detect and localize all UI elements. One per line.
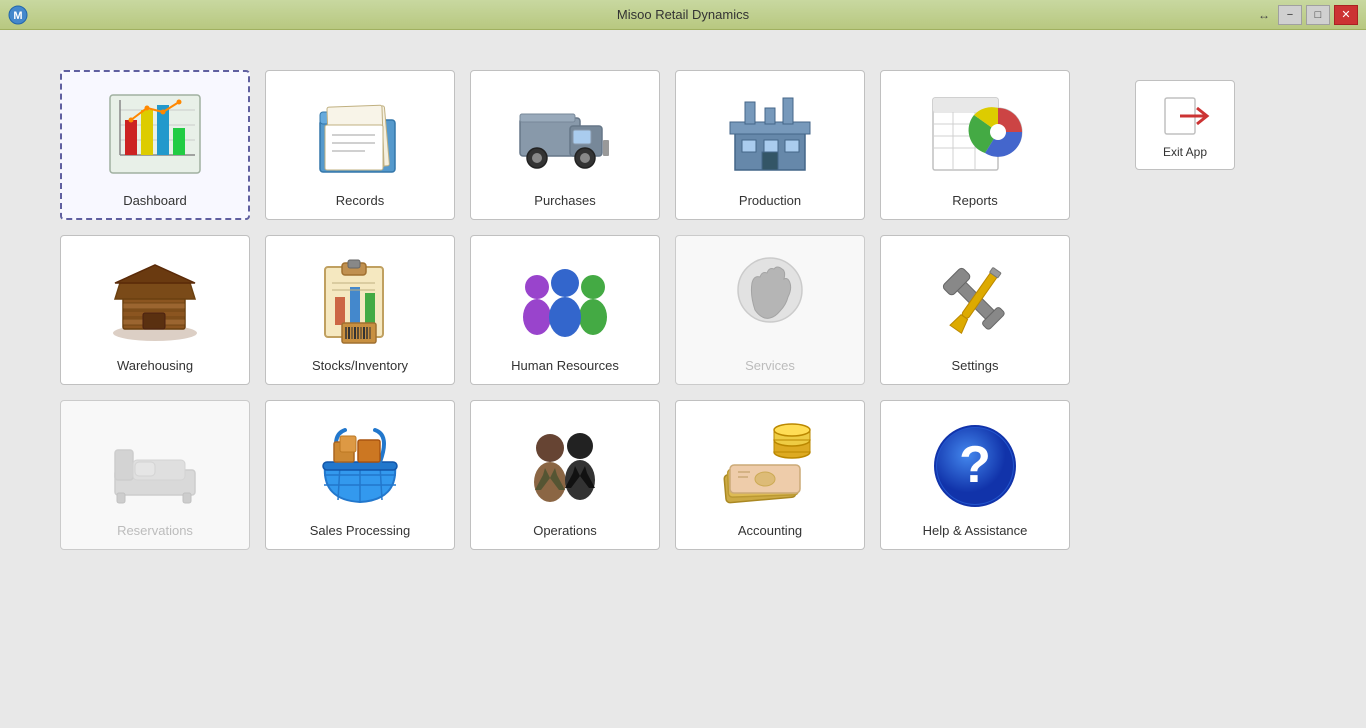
title-bar-left: M (8, 5, 28, 25)
reservations-icon (105, 415, 205, 515)
sales-processing-icon (310, 415, 410, 515)
tile-operations-label: Operations (533, 523, 597, 538)
exit-app-button[interactable]: Exit App (1135, 80, 1235, 170)
expand-icon: ↔ (1258, 8, 1270, 22)
tile-services[interactable]: Services (675, 235, 865, 385)
tile-warehousing-label: Warehousing (117, 358, 193, 373)
records-icon (310, 85, 410, 185)
tile-services-label: Services (745, 358, 795, 373)
main-content: Dashboard (0, 30, 1366, 590)
tile-reports[interactable]: Reports (880, 70, 1070, 220)
tile-operations[interactable]: Operations (470, 400, 660, 550)
tile-accounting[interactable]: Accounting (675, 400, 865, 550)
warehousing-icon (105, 250, 205, 350)
tile-human-resources-label: Human Resources (511, 358, 619, 373)
maximize-button[interactable]: □ (1306, 5, 1330, 25)
tile-reservations-label: Reservations (117, 523, 193, 538)
title-bar: M Misoo Retail Dynamics ↔ − □ ✕ (0, 0, 1366, 30)
purchases-icon (515, 85, 615, 185)
tile-human-resources[interactable]: Human Resources (470, 235, 660, 385)
tile-sales-processing[interactable]: Sales Processing (265, 400, 455, 550)
tile-production-label: Production (739, 193, 801, 208)
tiles-grid: Dashboard (60, 70, 1306, 550)
tile-purchases[interactable]: Purchases (470, 70, 660, 220)
tile-stocks-inventory[interactable]: Stocks/Inventory (265, 235, 455, 385)
tile-records[interactable]: Records (265, 70, 455, 220)
operations-icon (515, 415, 615, 515)
tile-stocks-inventory-label: Stocks/Inventory (312, 358, 408, 373)
exit-app-label: Exit App (1163, 145, 1207, 159)
tiles-row-1: Dashboard (60, 70, 1306, 220)
tile-production[interactable]: Production (675, 70, 865, 220)
tile-settings[interactable]: Settings (880, 235, 1070, 385)
tiles-row-3: Reservations (60, 400, 1306, 550)
svg-text:M: M (13, 10, 22, 22)
minimize-button[interactable]: − (1278, 5, 1302, 25)
reports-icon (925, 85, 1025, 185)
tile-warehousing[interactable]: Warehousing (60, 235, 250, 385)
production-icon (720, 85, 820, 185)
tile-help-assistance[interactable]: ? Help & Assistance (880, 400, 1070, 550)
exit-app-icon (1155, 91, 1215, 141)
tile-reservations[interactable]: Reservations (60, 400, 250, 550)
close-button[interactable]: ✕ (1334, 5, 1358, 25)
human-resources-icon (515, 250, 615, 350)
app-title: Misoo Retail Dynamics (617, 7, 749, 22)
tile-purchases-label: Purchases (534, 193, 595, 208)
tile-sales-processing-label: Sales Processing (310, 523, 410, 538)
dashboard-icon (105, 85, 205, 185)
svg-text:?: ? (959, 436, 991, 494)
tiles-row-2: Warehousing (60, 235, 1306, 385)
help-assistance-icon: ? (925, 415, 1025, 515)
settings-icon (925, 250, 1025, 350)
title-bar-controls: ↔ − □ ✕ (1258, 5, 1358, 25)
tile-dashboard[interactable]: Dashboard (60, 70, 250, 220)
services-icon (720, 250, 820, 350)
tile-settings-label: Settings (952, 358, 999, 373)
tile-records-label: Records (336, 193, 384, 208)
stocks-inventory-icon (310, 250, 410, 350)
tile-accounting-label: Accounting (738, 523, 802, 538)
tile-dashboard-label: Dashboard (123, 193, 187, 208)
tile-reports-label: Reports (952, 193, 998, 208)
app-logo-icon: M (8, 5, 28, 25)
tile-help-assistance-label: Help & Assistance (923, 523, 1028, 538)
accounting-icon (720, 415, 820, 515)
